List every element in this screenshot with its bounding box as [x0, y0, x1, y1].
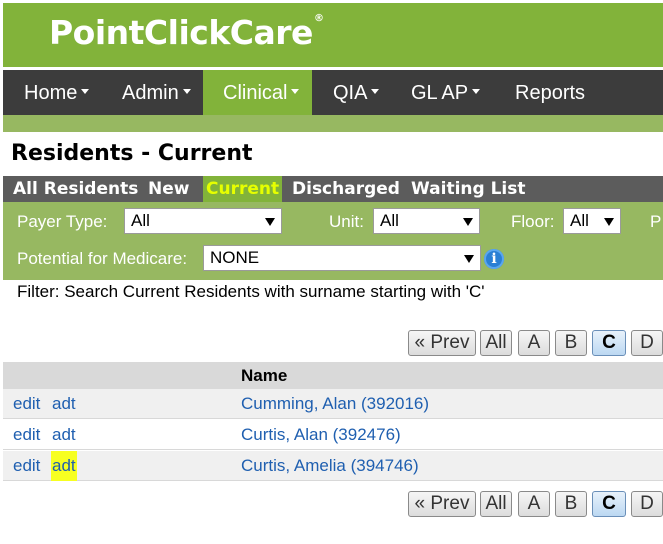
nav-label: Reports — [515, 82, 586, 104]
nav-item-qia[interactable]: QIA — [333, 70, 380, 115]
medicare-label: Potential for Medicare: — [17, 249, 188, 268]
caret-down-icon — [182, 89, 191, 95]
table-row: edit adt Curtis, Amelia (394746) — [3, 451, 663, 481]
tab-all-residents[interactable]: All Residents — [13, 176, 138, 202]
subnav-strip — [3, 115, 663, 132]
caret-down-icon — [371, 89, 380, 95]
nav-label: Admin — [122, 82, 179, 104]
nav-item-gl-ap[interactable]: GL AP — [411, 70, 481, 115]
resident-name-link[interactable]: Curtis, Alan (392476) — [241, 420, 401, 450]
table-header: Name — [3, 362, 663, 389]
nav-item-reports[interactable]: Reports — [515, 70, 585, 115]
pager-bottom: « Prev All A B C D — [408, 491, 663, 517]
nav-item-clinical[interactable]: Clinical — [203, 70, 312, 115]
letter-a-button[interactable]: A — [518, 491, 550, 517]
main-nav: Home Admin Clinical QIA GL AP Reports — [3, 70, 663, 115]
resident-name-link[interactable]: Curtis, Amelia (394746) — [241, 451, 419, 481]
letter-c-button[interactable]: C — [592, 330, 626, 356]
prev-button[interactable]: « Prev — [408, 330, 476, 356]
adt-link[interactable]: adt — [52, 420, 76, 450]
tab-new[interactable]: New — [148, 176, 189, 202]
app-logo[interactable]: PointClickCare® — [49, 13, 324, 52]
letter-a-button[interactable]: A — [518, 330, 550, 356]
unit-label: Unit: — [329, 212, 364, 231]
table-row: edit adt Cumming, Alan (392016) — [3, 389, 663, 419]
medicare-value: NONE — [210, 248, 260, 267]
edit-link[interactable]: edit — [13, 420, 40, 450]
floor-select[interactable]: All — [563, 208, 621, 234]
registered-mark: ® — [313, 13, 324, 24]
adt-link[interactable]: adt — [52, 389, 76, 419]
unit-value: All — [380, 211, 399, 230]
nav-label: QIA — [333, 82, 368, 104]
letter-d-button[interactable]: D — [631, 330, 663, 356]
table-row: edit adt Curtis, Alan (392476) — [3, 420, 663, 450]
payer-type-label: Payer Type: — [17, 212, 108, 231]
letter-d-button[interactable]: D — [631, 491, 663, 517]
logo-text: PointClickCare — [49, 13, 313, 52]
nav-label: Home — [24, 82, 78, 104]
floor-value: All — [570, 211, 589, 230]
info-icon[interactable]: i — [484, 249, 504, 269]
dropdown-arrow-icon — [604, 218, 614, 226]
pager-top: « Prev All A B C D — [408, 330, 663, 356]
payer-type-value: All — [131, 211, 150, 230]
edit-link[interactable]: edit — [13, 451, 40, 481]
nav-label: GL AP — [411, 82, 469, 104]
letter-b-button[interactable]: B — [555, 330, 587, 356]
all-button[interactable]: All — [480, 330, 512, 356]
nav-item-home[interactable]: Home — [24, 70, 90, 115]
all-button[interactable]: All — [480, 491, 512, 517]
caret-down-icon — [81, 89, 90, 95]
floor-label: Floor: — [511, 212, 555, 231]
medicare-select[interactable]: NONE — [203, 245, 481, 271]
column-header-name[interactable]: Name — [241, 362, 287, 389]
filter-description: Filter: Search Current Residents with su… — [17, 282, 485, 301]
resident-name-link[interactable]: Cumming, Alan (392016) — [241, 389, 429, 419]
header-bar: PointClickCare® — [3, 3, 663, 67]
page-title: Residents - Current — [11, 141, 253, 166]
letter-b-button[interactable]: B — [555, 491, 587, 517]
unit-select[interactable]: All — [373, 208, 480, 234]
dropdown-arrow-icon — [463, 218, 473, 226]
caret-down-icon — [291, 89, 300, 95]
tab-discharged[interactable]: Discharged — [292, 176, 400, 202]
payer-type-select[interactable]: All — [124, 208, 282, 234]
edit-link[interactable]: edit — [13, 389, 40, 419]
caret-down-icon — [472, 89, 481, 95]
nav-item-admin[interactable]: Admin — [122, 70, 191, 115]
tab-current[interactable]: Current — [203, 176, 283, 202]
prev-button[interactable]: « Prev — [408, 491, 476, 517]
resident-tabs: All Residents New Current Discharged Wai… — [3, 176, 663, 202]
tab-waiting-list[interactable]: Waiting List — [411, 176, 526, 202]
adt-link[interactable]: adt — [51, 451, 77, 481]
dropdown-arrow-icon — [265, 218, 275, 226]
letter-c-button[interactable]: C — [592, 491, 626, 517]
nav-label: Clinical — [223, 82, 288, 104]
cutoff-filter-label: P — [650, 212, 662, 231]
dropdown-arrow-icon — [464, 255, 474, 263]
